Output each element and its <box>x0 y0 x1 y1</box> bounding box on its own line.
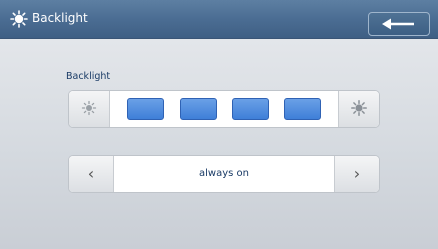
page-title: Backlight <box>32 11 88 25</box>
backlight-level-3[interactable] <box>232 98 269 120</box>
backlight-slider[interactable] <box>68 90 380 128</box>
backlight-mode-selector[interactable]: ‹ always on › <box>68 155 380 193</box>
increase-backlight-button[interactable] <box>338 91 379 127</box>
backlight-mode-value: always on <box>199 168 249 179</box>
decrease-backlight-button[interactable] <box>69 91 110 127</box>
settings-panel: Backlight ‹ always on › <box>0 39 438 249</box>
backlight-level-4[interactable] <box>284 98 321 120</box>
back-button[interactable] <box>368 12 430 36</box>
sun-icon <box>10 10 28 28</box>
title-bar: Backlight <box>0 0 438 39</box>
back-arrow-icon <box>382 18 414 30</box>
bright-sun-icon <box>351 100 367 116</box>
backlight-level-1[interactable] <box>127 98 164 120</box>
chevron-right-icon: › <box>353 164 361 183</box>
chevron-left-icon: ‹ <box>87 164 95 183</box>
next-mode-button[interactable]: › <box>334 156 379 192</box>
backlight-level-2[interactable] <box>180 98 217 120</box>
dim-sun-icon <box>81 100 97 116</box>
backlight-label: Backlight <box>66 71 111 82</box>
previous-mode-button[interactable]: ‹ <box>69 156 114 192</box>
